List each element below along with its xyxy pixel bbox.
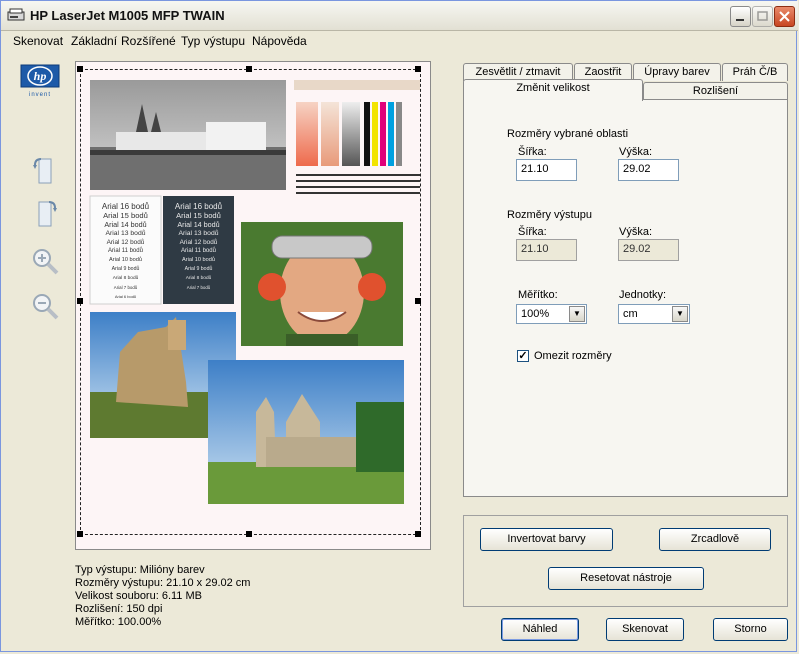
zoom-out-button[interactable]	[29, 290, 61, 322]
close-button[interactable]	[774, 6, 795, 27]
output-height-label: Výška:	[619, 226, 653, 238]
menu-napoveda[interactable]: Nápověda	[252, 34, 307, 48]
info-resolution: Rozlišení: 150 dpi	[75, 603, 163, 615]
menu-zakladni[interactable]: Základní	[71, 34, 117, 48]
info-scale: Měřítko: 100.00%	[75, 616, 162, 628]
minimize-icon	[736, 19, 744, 21]
scan-preview[interactable]: Arial 16 bodů Arial 15 bodů Arial 14 bod…	[75, 61, 431, 550]
title-bar: HP LaserJet M1005 MFP TWAIN	[1, 1, 798, 31]
hp-logo: hp invent	[19, 63, 61, 99]
scan-button[interactable]: Skenovat	[606, 618, 684, 641]
reset-tools-button[interactable]: Resetovat nástroje	[548, 567, 704, 590]
info-file-size: Velikost souboru: 6.11 MB	[75, 590, 202, 602]
window-title: HP LaserJet M1005 MFP TWAIN	[30, 8, 225, 23]
preview-button[interactable]: Náhled	[501, 618, 579, 641]
menu-bar: Skenovat Základní Rozšířené Typ výstupu …	[1, 31, 798, 51]
constrain-checkbox[interactable]: ✓	[517, 350, 529, 362]
minimize-button[interactable]	[730, 6, 751, 27]
rotate-right-button[interactable]	[29, 198, 61, 230]
hp-brand: hp	[34, 69, 47, 83]
selected-width-label: Šířka:	[518, 146, 547, 158]
rotate-left-icon	[33, 158, 52, 184]
output-width-label: Šířka:	[518, 226, 547, 238]
tab-prah-cb[interactable]: Práh Č/B	[722, 63, 788, 81]
invert-colors-button[interactable]: Invertovat barvy	[480, 528, 613, 551]
menu-rozsirene[interactable]: Rozšířené	[121, 34, 176, 48]
tab-zmenit-velikost[interactable]: Změnit velikost	[463, 79, 643, 101]
rotate-left-button[interactable]	[29, 155, 61, 187]
chevron-down-icon: ▼	[672, 306, 688, 322]
info-output-size: Rozměry výstupu: 21.10 x 29.02 cm	[75, 577, 251, 589]
zoom-out-icon	[33, 294, 59, 320]
twain-window: HP LaserJet M1005 MFP TWAIN Skenovat Zák…	[0, 0, 798, 652]
constrain-label: Omezit rozměry	[534, 350, 612, 362]
chevron-down-icon: ▼	[569, 306, 585, 322]
output-width-field: 21.10	[516, 239, 577, 261]
units-select[interactable]: cm ▼	[618, 304, 690, 324]
crop-handle-bottom-left[interactable]	[77, 531, 83, 537]
zoom-in-button[interactable]	[29, 245, 61, 277]
scale-select[interactable]: 100% ▼	[516, 304, 587, 324]
tab-upravy-barev[interactable]: Úpravy barev	[633, 63, 721, 81]
selected-height-field[interactable]: 29.02	[618, 159, 679, 181]
tab-rozliseni[interactable]: Rozlišení	[643, 82, 788, 100]
maximize-button[interactable]	[752, 6, 773, 27]
units-select-value: cm	[623, 308, 638, 320]
cancel-button[interactable]: Storno	[713, 618, 788, 641]
crop-handle-top[interactable]	[246, 66, 252, 72]
units-label: Jednotky:	[619, 289, 667, 301]
info-output-type: Typ výstupu: Milióny barev	[75, 564, 205, 576]
crop-selection[interactable]	[80, 69, 421, 535]
selected-height-label: Výška:	[619, 146, 653, 158]
hp-logo-icon: hp invent	[20, 64, 60, 98]
close-icon	[779, 11, 790, 22]
menu-typ-vystupu[interactable]: Typ výstupu	[181, 34, 245, 48]
selected-area-heading: Rozměry vybrané oblasti	[507, 128, 629, 140]
menu-skenovat[interactable]: Skenovat	[13, 34, 63, 48]
mirror-button[interactable]: Zrcadlově	[659, 528, 771, 551]
selected-width-field[interactable]: 21.10	[516, 159, 577, 181]
crop-handle-top-right[interactable]	[415, 66, 421, 72]
scale-select-value: 100%	[521, 308, 550, 320]
output-size-heading: Rozměry výstupu	[507, 209, 592, 221]
crop-handle-bottom-right[interactable]	[415, 531, 421, 537]
crop-handle-right[interactable]	[415, 298, 421, 304]
maximize-icon	[757, 11, 768, 21]
scanner-icon	[7, 8, 25, 21]
hp-tagline: invent	[29, 92, 51, 98]
output-height-field: 29.02	[618, 239, 679, 261]
crop-handle-left[interactable]	[77, 298, 83, 304]
crop-handle-bottom[interactable]	[246, 531, 252, 537]
scale-label: Měřítko:	[518, 289, 558, 301]
rotate-right-icon	[38, 201, 57, 227]
zoom-in-icon	[33, 249, 59, 275]
crop-handle-top-left[interactable]	[77, 66, 83, 72]
